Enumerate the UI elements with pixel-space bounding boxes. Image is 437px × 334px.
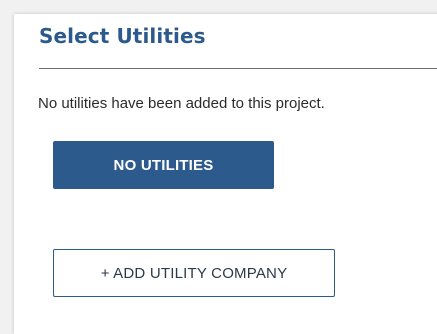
title-divider — [39, 68, 437, 69]
add-utility-company-button-label: + ADD UTILITY COMPANY — [100, 264, 288, 282]
empty-state-message: No utilities have been added to this pro… — [38, 95, 325, 112]
add-utility-company-button[interactable]: + ADD UTILITY COMPANY — [53, 249, 335, 297]
section-title: Select Utilities — [39, 24, 206, 48]
no-utilities-button[interactable]: NO UTILITIES — [53, 141, 274, 189]
no-utilities-button-label: NO UTILITIES — [113, 156, 214, 174]
